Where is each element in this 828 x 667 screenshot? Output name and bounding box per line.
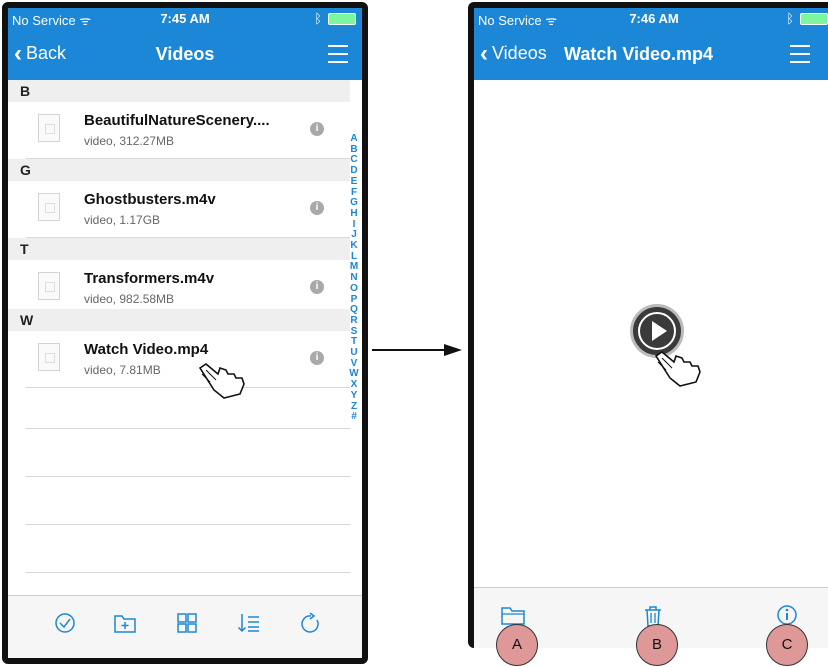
info-icon[interactable]: i: [310, 122, 324, 136]
grid-view-icon[interactable]: [174, 612, 200, 638]
file-row-watch-video[interactable]: Watch Video.mp4 video, 7.81MB i: [26, 331, 350, 388]
tap-hand-icon: [198, 363, 245, 399]
callout-c: C: [766, 624, 808, 666]
sort-icon[interactable]: [236, 612, 262, 638]
file-name: Transformers.m4v: [84, 270, 215, 287]
callout-b: B: [636, 624, 678, 666]
bottom-toolbar: [8, 595, 362, 658]
page-title: Watch Video.mp4: [564, 44, 714, 64]
tap-hand-icon: [654, 351, 701, 387]
video-file-icon: [38, 114, 60, 142]
menu-button[interactable]: [790, 45, 810, 63]
clock: 7:45 AM: [160, 11, 210, 26]
videos-list-screen: No Service ᯤ 7:45 AM ᛒ ‹ Back Videos B B…: [2, 2, 368, 664]
video-file-icon: [38, 193, 60, 221]
battery-icon: [328, 12, 356, 25]
play-icon: [652, 321, 667, 341]
alphabet-index[interactable]: A B C D E F G H I J K L M N O P Q R S T U V W X Y Z #: [346, 133, 362, 423]
info-icon[interactable]: i: [310, 280, 324, 294]
file-meta: video, 982.58MB: [84, 292, 175, 306]
section-header-t: T: [8, 238, 350, 260]
status-bar: No Service ᯤ 7:46 AM ᛒ: [474, 8, 828, 30]
info-icon[interactable]: i: [310, 201, 324, 215]
empty-row-divider: [26, 428, 350, 429]
chevron-left-icon: ‹: [480, 39, 488, 67]
empty-row-divider: [26, 572, 350, 573]
callout-a: A: [496, 624, 538, 666]
new-folder-icon[interactable]: [112, 612, 138, 638]
file-meta: video, 7.81MB: [84, 363, 161, 377]
file-meta: video, 312.27MB: [84, 134, 175, 148]
page-title: Videos: [155, 44, 215, 64]
battery-icon: [800, 12, 828, 25]
index-letter[interactable]: E: [346, 176, 362, 188]
empty-row-divider: [26, 476, 350, 477]
menu-icon: [790, 45, 810, 47]
transition-arrow: [372, 344, 462, 356]
video-player-screen: No Service ᯤ 7:46 AM ᛒ ‹ Videos Watch Vi…: [468, 2, 828, 648]
navigation-bar: ‹ Back Videos: [8, 30, 362, 80]
status-bar: No Service ᯤ 7:45 AM ᛒ: [8, 8, 362, 30]
file-meta: video, 1.17GB: [84, 213, 161, 227]
back-button[interactable]: ‹ Videos: [480, 39, 547, 67]
video-file-icon: [38, 272, 60, 300]
menu-icon: [328, 45, 348, 47]
index-letter[interactable]: O: [346, 283, 362, 295]
refresh-icon[interactable]: [298, 612, 324, 638]
file-name: Ghostbusters.m4v: [84, 191, 216, 208]
bluetooth-icon: ᛒ: [786, 11, 794, 26]
menu-button[interactable]: [328, 45, 348, 63]
navigation-bar: ‹ Videos Watch Video.mp4: [474, 30, 828, 80]
file-name: Watch Video.mp4: [84, 341, 209, 358]
empty-row-divider: [26, 524, 350, 525]
video-file-icon: [38, 343, 60, 371]
clock: 7:46 AM: [629, 11, 679, 26]
file-row-ghostbusters[interactable]: Ghostbusters.m4v video, 1.17GB i: [26, 181, 350, 238]
index-letter[interactable]: Y: [346, 390, 362, 402]
info-icon[interactable]: i: [310, 351, 324, 365]
file-name: BeautifulNatureScenery....: [84, 112, 270, 129]
section-header-b: B: [8, 80, 350, 102]
section-header-w: W: [8, 309, 350, 331]
index-letter[interactable]: #: [346, 412, 362, 423]
section-header-g: G: [8, 159, 350, 181]
bluetooth-icon: ᛒ: [314, 11, 322, 26]
file-row-beautifulnaturescenery[interactable]: BeautifulNatureScenery.... video, 312.27…: [26, 102, 350, 159]
select-icon[interactable]: [52, 612, 78, 638]
back-label: Videos: [492, 43, 547, 63]
